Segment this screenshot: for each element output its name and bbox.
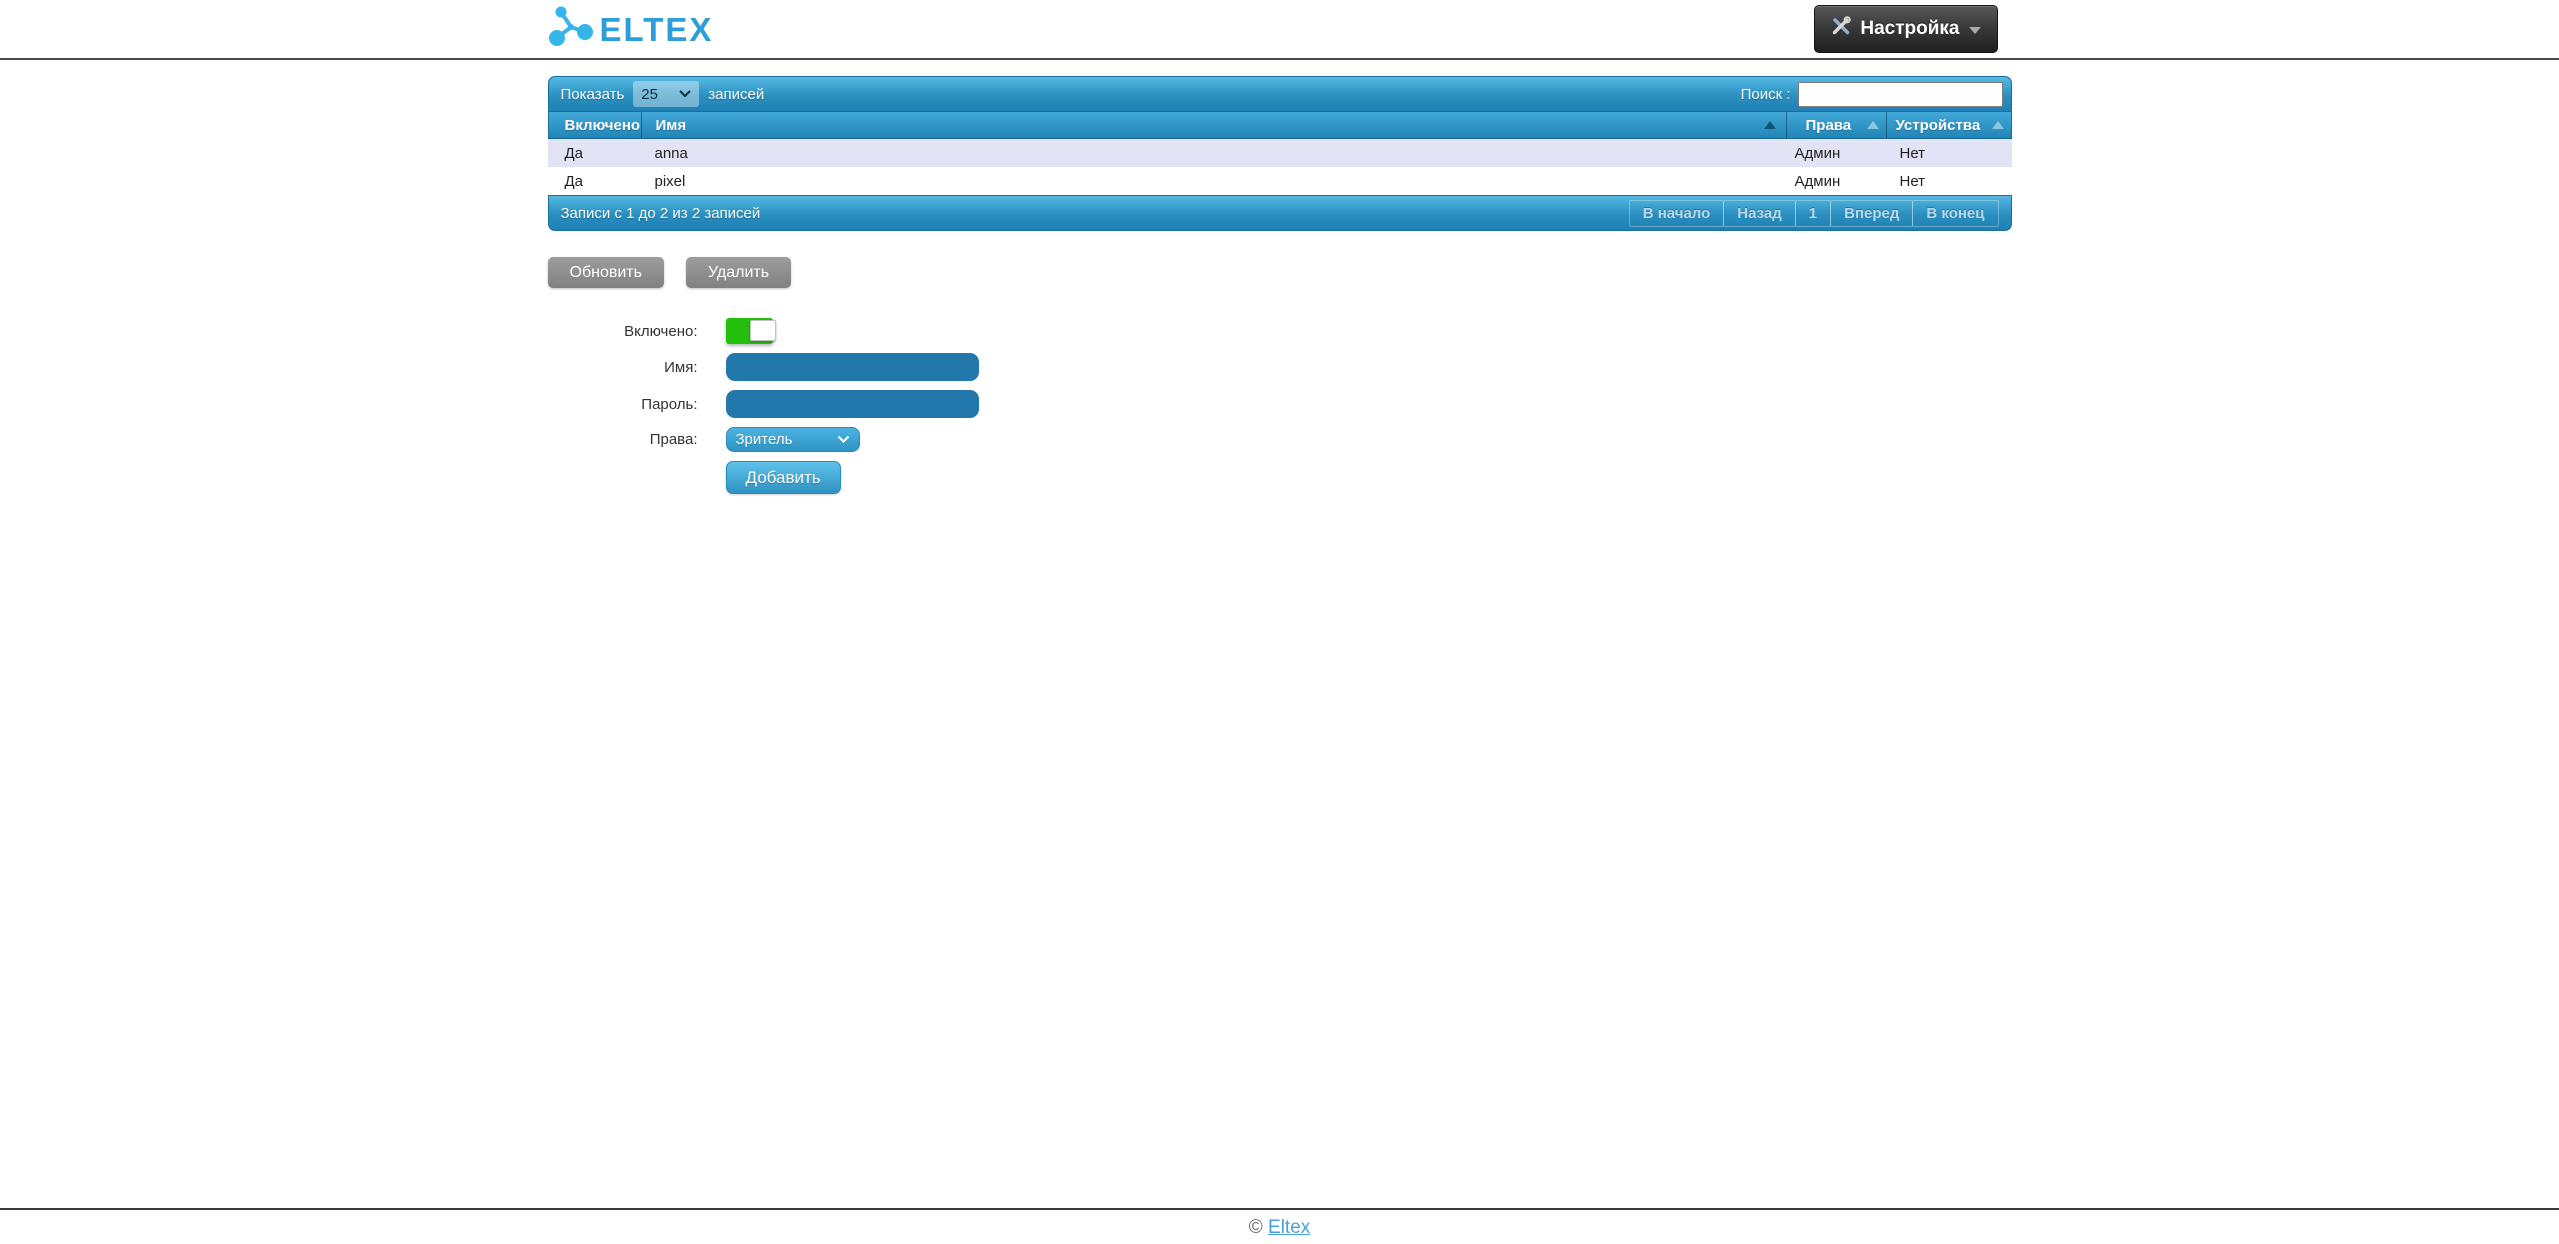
tools-icon: [1831, 16, 1851, 42]
pagination-page-button[interactable]: 1: [1795, 200, 1831, 227]
cell-enabled: Да: [548, 173, 640, 190]
column-header-label: Устройства: [1896, 117, 1981, 134]
records-label: записей: [708, 86, 764, 103]
column-header-devices[interactable]: Устройства: [1886, 112, 2011, 138]
column-header-label: Права: [1806, 117, 1852, 134]
cell-devices: Нет: [1885, 173, 2010, 190]
caret-down-icon: [1969, 27, 1981, 34]
column-header-label: Имя: [656, 117, 687, 134]
column-header-name[interactable]: Имя: [641, 112, 1786, 138]
cell-rights: Админ: [1785, 145, 1885, 162]
pagination-last-button[interactable]: В конец: [1912, 200, 1998, 227]
cell-name: anna: [640, 145, 1785, 162]
rights-select[interactable]: Зритель: [726, 427, 860, 452]
rights-select-value: Зритель: [736, 431, 793, 448]
table-row[interactable]: Да anna Админ Нет: [548, 139, 2012, 167]
search-label: Поиск :: [1741, 86, 1791, 103]
molecule-icon: [548, 5, 594, 54]
table-row[interactable]: Да pixel Админ Нет: [548, 167, 2012, 195]
pagination-first-button[interactable]: В начало: [1629, 200, 1725, 227]
refresh-button[interactable]: Обновить: [548, 257, 664, 288]
add-button[interactable]: Добавить: [726, 461, 841, 494]
eltex-footer-link[interactable]: Eltex: [1268, 1217, 1310, 1238]
search-input[interactable]: [1798, 82, 2003, 107]
page-length-control: Показать 25 записей: [561, 81, 765, 107]
chevron-down-icon: [837, 435, 850, 444]
sort-idle-icon: [1992, 121, 2004, 129]
table-footer-bar: Записи с 1 до 2 из 2 записей В начало На…: [548, 195, 2012, 231]
password-label: Пароль:: [548, 396, 698, 413]
column-header-label: Включено: [565, 117, 641, 134]
table-toolbar: Показать 25 записей Поиск :: [548, 76, 2012, 112]
copyright-symbol: ©: [1249, 1217, 1263, 1238]
pagination-next-button[interactable]: Вперед: [1830, 200, 1913, 227]
pagination-prev-button[interactable]: Назад: [1723, 200, 1795, 227]
pagination: В начало Назад 1 Вперед В конец: [1630, 200, 1999, 227]
table-header-row: Включено Имя Права Устройства: [548, 112, 2012, 139]
action-buttons: Обновить Удалить: [548, 257, 2012, 288]
sort-idle-icon: [1867, 121, 1879, 129]
cell-name: pixel: [640, 173, 1785, 190]
show-label: Показать: [561, 86, 625, 103]
page-size-select[interactable]: 25: [633, 81, 699, 107]
enabled-label: Включено:: [548, 323, 698, 340]
cell-enabled: Да: [548, 145, 640, 162]
settings-button-label: Настройка: [1860, 18, 1959, 40]
sort-asc-icon: [1764, 121, 1776, 129]
chevron-down-icon: [679, 90, 691, 98]
column-header-enabled[interactable]: Включено: [549, 112, 641, 138]
name-field[interactable]: [726, 353, 979, 381]
page-size-value: 25: [641, 86, 658, 103]
main-content: Показать 25 записей Поиск : Включено Имя…: [548, 76, 2012, 494]
logo-text: ELTEX: [600, 13, 714, 46]
records-info: Записи с 1 до 2 из 2 записей: [561, 205, 761, 222]
password-field[interactable]: [726, 390, 979, 418]
column-header-rights[interactable]: Права: [1786, 112, 1886, 138]
enabled-toggle[interactable]: [726, 318, 773, 344]
delete-button[interactable]: Удалить: [686, 257, 791, 288]
cell-rights: Админ: [1785, 173, 1885, 190]
eltex-logo: ELTEX: [548, 5, 714, 54]
site-header: ELTEX Настройка: [0, 0, 2559, 60]
name-label: Имя:: [548, 359, 698, 376]
add-user-form: Включено: Имя: Пароль: Права: Зритель До…: [548, 318, 2012, 494]
site-footer: © Eltex: [0, 1208, 2559, 1239]
search-control: Поиск :: [1741, 82, 2003, 107]
cell-devices: Нет: [1885, 145, 2010, 162]
toggle-knob: [750, 320, 776, 341]
settings-button[interactable]: Настройка: [1814, 5, 1997, 53]
rights-label: Права:: [548, 431, 698, 448]
